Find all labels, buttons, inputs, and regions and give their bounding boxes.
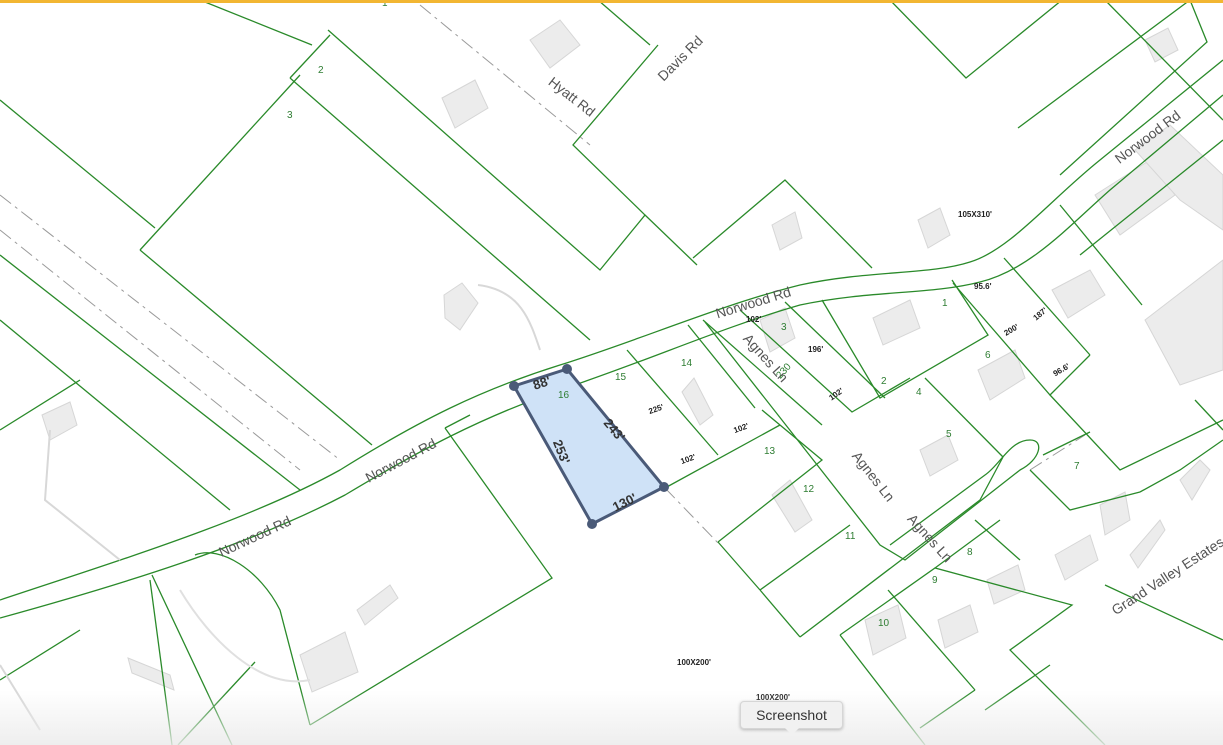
vertex-handle[interactable]: [587, 519, 597, 529]
parcel-map[interactable]: 88' 243' 253' 130' Norwood Rd Norwood Rd…: [0, 0, 1223, 745]
lot-number: 5: [946, 429, 952, 440]
lot-number: 2: [318, 65, 324, 76]
parcel-dimension: 102': [679, 452, 697, 466]
parcel-dimension: 102': [732, 421, 750, 435]
vertex-handle[interactable]: [562, 364, 572, 374]
lot-number: 3: [781, 322, 787, 333]
parcel-dimension: 100X200': [677, 658, 711, 667]
lot-number: 10: [878, 618, 890, 629]
screenshot-button[interactable]: Screenshot: [740, 701, 843, 735]
lot-number: 3: [287, 110, 293, 121]
selected-parcel[interactable]: 88' 243' 253' 130': [509, 364, 669, 529]
vertex-handle[interactable]: [509, 381, 519, 391]
road-labels: Norwood Rd Norwood Rd Norwood Rd Norwood…: [216, 32, 1223, 618]
lot-number: 8: [967, 547, 973, 558]
road-label-grand-valley: Grand Valley Estates Dr: [1109, 523, 1223, 618]
parcel-dimension: 187': [1031, 306, 1049, 323]
road-label-agnes: Agnes Ln: [849, 448, 898, 504]
lot-number: 4: [916, 387, 922, 398]
parcel-dimension: 196': [808, 345, 823, 354]
road-label-davis: Davis Rd: [654, 32, 705, 83]
vertex-handle[interactable]: [659, 482, 669, 492]
lot-number: 1: [942, 298, 948, 309]
driveways: [0, 284, 541, 731]
top-accent-bar: [0, 0, 1223, 3]
parcel-dimension: 225': [647, 402, 665, 416]
road-label-hyatt: Hyatt Rd: [546, 73, 599, 119]
lot-numbers: 1 2 3 1 3 2 230 4 6 5 7 15 14 16 13 12 1…: [287, 0, 1080, 629]
parcel-dimension: 96.6': [1052, 362, 1072, 379]
lot-number: 11: [845, 531, 856, 542]
lot-number: 2: [881, 376, 887, 387]
road-label-agnes: Agnes Ln: [904, 511, 955, 566]
parcel-dimension: 95.6': [974, 282, 992, 291]
lot-number: 9: [932, 575, 938, 586]
lot-number: 13: [764, 446, 776, 457]
lot-number: 6: [985, 350, 991, 361]
lot-number: 15: [615, 372, 627, 383]
lot-number: 16: [558, 390, 570, 401]
lot-number: 14: [681, 358, 693, 369]
easement-lines: [0, 4, 1086, 546]
lot-number: 7: [1074, 461, 1080, 472]
parcel-dimension: 102': [746, 315, 761, 324]
parcel-dimension: 105X310': [958, 210, 992, 219]
lot-number: 12: [803, 484, 815, 495]
road-label-norwood: Norwood Rd: [216, 513, 293, 560]
parcel-dimension: 200': [1002, 322, 1020, 337]
parcel-dimension: 102': [827, 386, 845, 402]
road-label-norwood: Norwood Rd: [363, 435, 439, 486]
